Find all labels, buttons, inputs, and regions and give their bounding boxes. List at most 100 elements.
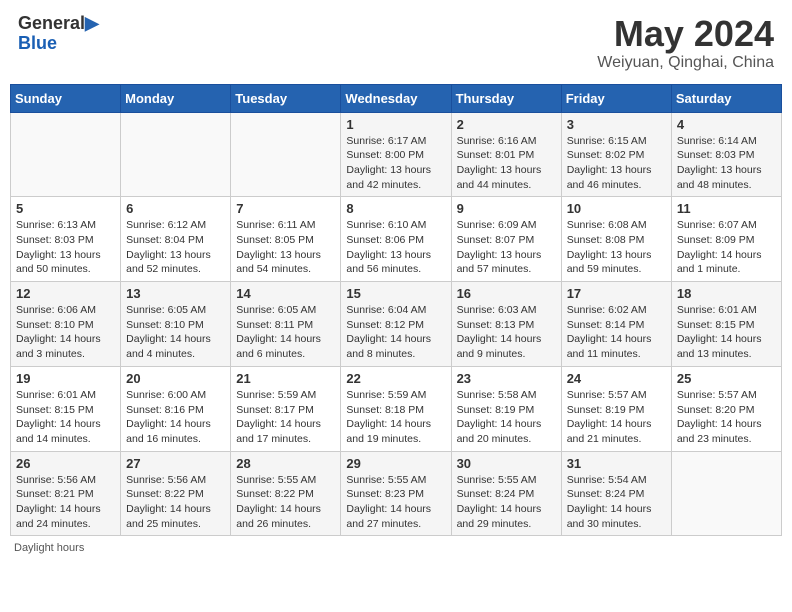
- page-header: General▶ Blue May 2024 Weiyuan, Qinghai,…: [10, 10, 782, 76]
- day-cell: 28Sunrise: 5:55 AM Sunset: 8:22 PM Dayli…: [231, 451, 341, 536]
- day-cell: 20 Sunrise: 6:00 AM Sunset: 8:16 PM Dayli…: [121, 366, 231, 451]
- day-number: 21: [236, 371, 335, 386]
- day-number: 29: [346, 456, 445, 471]
- weekday-wednesday: Wednesday: [341, 84, 451, 112]
- week-row-2: 5 Sunrise: 6:13 AM Sunset: 8:03 PM Daylig…: [11, 197, 782, 282]
- weekday-header-row: SundayMondayTuesdayWednesdayThursdayFrid…: [11, 84, 782, 112]
- day-number: 22: [346, 371, 445, 386]
- day-number: 1: [346, 117, 445, 132]
- day-info: Sunrise: 6:12 AM Sunset: 8:04 PM Dayligh…: [126, 218, 225, 277]
- day-info: Sunrise: 6:15 AM Sunset: 8:02 PM Dayligh…: [567, 134, 666, 193]
- day-cell: 24Sunrise: 5:57 AM Sunset: 8:19 PM Dayli…: [561, 366, 671, 451]
- day-number: 20: [126, 371, 225, 386]
- day-number: 19: [16, 371, 115, 386]
- day-cell: 16 Sunrise: 6:03 AM Sunset: 8:13 PM Dayli…: [451, 282, 561, 367]
- day-cell: 1 Sunrise: 6:17 AM Sunset: 8:00 PM Daylig…: [341, 112, 451, 197]
- day-number: 27: [126, 456, 225, 471]
- day-info: Sunrise: 6:14 AM Sunset: 8:03 PM Dayligh…: [677, 134, 776, 193]
- weekday-friday: Friday: [561, 84, 671, 112]
- day-info: Sunrise: 5:58 AM Sunset: 8:19 PM Dayligh…: [457, 388, 556, 447]
- month-title: May 2024: [597, 14, 774, 54]
- day-info: Sunrise: 5:56 AM Sunset: 8:22 PM Dayligh…: [126, 473, 225, 532]
- day-number: 10: [567, 201, 666, 216]
- day-info: Sunrise: 6:13 AM Sunset: 8:03 PM Dayligh…: [16, 218, 115, 277]
- day-cell: 8 Sunrise: 6:10 AM Sunset: 8:06 PM Daylig…: [341, 197, 451, 282]
- day-cell: 15Sunrise: 6:04 AM Sunset: 8:12 PM Dayli…: [341, 282, 451, 367]
- day-cell: 26Sunrise: 5:56 AM Sunset: 8:21 PM Dayli…: [11, 451, 121, 536]
- day-number: 17: [567, 286, 666, 301]
- day-cell: 12Sunrise: 6:06 AM Sunset: 8:10 PM Dayli…: [11, 282, 121, 367]
- day-info: Sunrise: 6:10 AM Sunset: 8:06 PM Dayligh…: [346, 218, 445, 277]
- day-number: 30: [457, 456, 556, 471]
- day-info: Sunrise: 6:17 AM Sunset: 8:00 PM Dayligh…: [346, 134, 445, 193]
- weekday-sunday: Sunday: [11, 84, 121, 112]
- logo-blue-text: Blue: [18, 33, 57, 53]
- day-info: Sunrise: 5:59 AM Sunset: 8:18 PM Dayligh…: [346, 388, 445, 447]
- day-number: 25: [677, 371, 776, 386]
- day-number: 18: [677, 286, 776, 301]
- location: Weiyuan, Qinghai, China: [597, 54, 774, 72]
- logo: General▶ Blue: [18, 14, 99, 54]
- day-info: Sunrise: 5:56 AM Sunset: 8:21 PM Dayligh…: [16, 473, 115, 532]
- day-number: 14: [236, 286, 335, 301]
- day-info: Sunrise: 6:05 AM Sunset: 8:10 PM Dayligh…: [126, 303, 225, 362]
- day-cell: 18 Sunrise: 6:01 AM Sunset: 8:15 PM Dayli…: [671, 282, 781, 367]
- day-cell: 27 Sunrise: 5:56 AM Sunset: 8:22 PM Dayli…: [121, 451, 231, 536]
- weekday-thursday: Thursday: [451, 84, 561, 112]
- day-number: 11: [677, 201, 776, 216]
- day-cell: 21 Sunrise: 5:59 AM Sunset: 8:17 PM Dayli…: [231, 366, 341, 451]
- weekday-monday: Monday: [121, 84, 231, 112]
- day-info: Sunrise: 6:01 AM Sunset: 8:15 PM Dayligh…: [16, 388, 115, 447]
- day-cell: 4 Sunrise: 6:14 AM Sunset: 8:03 PM Daylig…: [671, 112, 781, 197]
- day-number: 9: [457, 201, 556, 216]
- day-info: Sunrise: 6:03 AM Sunset: 8:13 PM Dayligh…: [457, 303, 556, 362]
- day-info: Sunrise: 6:00 AM Sunset: 8:16 PM Dayligh…: [126, 388, 225, 447]
- day-number: 3: [567, 117, 666, 132]
- title-block: May 2024 Weiyuan, Qinghai, China: [597, 14, 774, 72]
- day-number: 6: [126, 201, 225, 216]
- day-number: 5: [16, 201, 115, 216]
- day-number: 2: [457, 117, 556, 132]
- day-info: Sunrise: 6:02 AM Sunset: 8:14 PM Dayligh…: [567, 303, 666, 362]
- day-cell: 30 Sunrise: 5:55 AM Sunset: 8:24 PM Dayli…: [451, 451, 561, 536]
- logo-blue: ▶: [85, 13, 99, 33]
- day-cell: [671, 451, 781, 536]
- day-info: Sunrise: 5:55 AM Sunset: 8:24 PM Dayligh…: [457, 473, 556, 532]
- day-info: Sunrise: 5:57 AM Sunset: 8:19 PM Dayligh…: [567, 388, 666, 447]
- day-info: Sunrise: 6:07 AM Sunset: 8:09 PM Dayligh…: [677, 218, 776, 277]
- day-cell: [231, 112, 341, 197]
- week-row-4: 19 Sunrise: 6:01 AM Sunset: 8:15 PM Dayli…: [11, 366, 782, 451]
- day-info: Sunrise: 6:08 AM Sunset: 8:08 PM Dayligh…: [567, 218, 666, 277]
- day-info: Sunrise: 5:57 AM Sunset: 8:20 PM Dayligh…: [677, 388, 776, 447]
- day-cell: 13 Sunrise: 6:05 AM Sunset: 8:10 PM Dayli…: [121, 282, 231, 367]
- day-info: Sunrise: 5:59 AM Sunset: 8:17 PM Dayligh…: [236, 388, 335, 447]
- day-number: 23: [457, 371, 556, 386]
- day-info: Sunrise: 6:11 AM Sunset: 8:05 PM Dayligh…: [236, 218, 335, 277]
- day-cell: 14Sunrise: 6:05 AM Sunset: 8:11 PM Dayli…: [231, 282, 341, 367]
- day-info: Sunrise: 5:55 AM Sunset: 8:22 PM Dayligh…: [236, 473, 335, 532]
- footer-note: Daylight hours: [10, 542, 782, 554]
- day-cell: 29Sunrise: 5:55 AM Sunset: 8:23 PM Dayli…: [341, 451, 451, 536]
- week-row-5: 26Sunrise: 5:56 AM Sunset: 8:21 PM Dayli…: [11, 451, 782, 536]
- day-number: 16: [457, 286, 556, 301]
- day-number: 7: [236, 201, 335, 216]
- day-cell: 25 Sunrise: 5:57 AM Sunset: 8:20 PM Dayli…: [671, 366, 781, 451]
- day-cell: 5 Sunrise: 6:13 AM Sunset: 8:03 PM Daylig…: [11, 197, 121, 282]
- day-info: Sunrise: 5:54 AM Sunset: 8:24 PM Dayligh…: [567, 473, 666, 532]
- day-cell: [11, 112, 121, 197]
- day-number: 4: [677, 117, 776, 132]
- week-row-3: 12Sunrise: 6:06 AM Sunset: 8:10 PM Dayli…: [11, 282, 782, 367]
- day-cell: 6 Sunrise: 6:12 AM Sunset: 8:04 PM Daylig…: [121, 197, 231, 282]
- day-cell: 3 Sunrise: 6:15 AM Sunset: 8:02 PM Daylig…: [561, 112, 671, 197]
- day-cell: 10 Sunrise: 6:08 AM Sunset: 8:08 PM Dayli…: [561, 197, 671, 282]
- logo-general: General: [18, 13, 85, 33]
- day-cell: 11 Sunrise: 6:07 AM Sunset: 8:09 PM Dayli…: [671, 197, 781, 282]
- weekday-tuesday: Tuesday: [231, 84, 341, 112]
- day-cell: 7 Sunrise: 6:11 AM Sunset: 8:05 PM Daylig…: [231, 197, 341, 282]
- day-cell: 2Sunrise: 6:16 AM Sunset: 8:01 PM Daylig…: [451, 112, 561, 197]
- day-info: Sunrise: 6:04 AM Sunset: 8:12 PM Dayligh…: [346, 303, 445, 362]
- day-cell: 22 Sunrise: 5:59 AM Sunset: 8:18 PM Dayli…: [341, 366, 451, 451]
- day-number: 8: [346, 201, 445, 216]
- day-number: 13: [126, 286, 225, 301]
- day-info: Sunrise: 6:01 AM Sunset: 8:15 PM Dayligh…: [677, 303, 776, 362]
